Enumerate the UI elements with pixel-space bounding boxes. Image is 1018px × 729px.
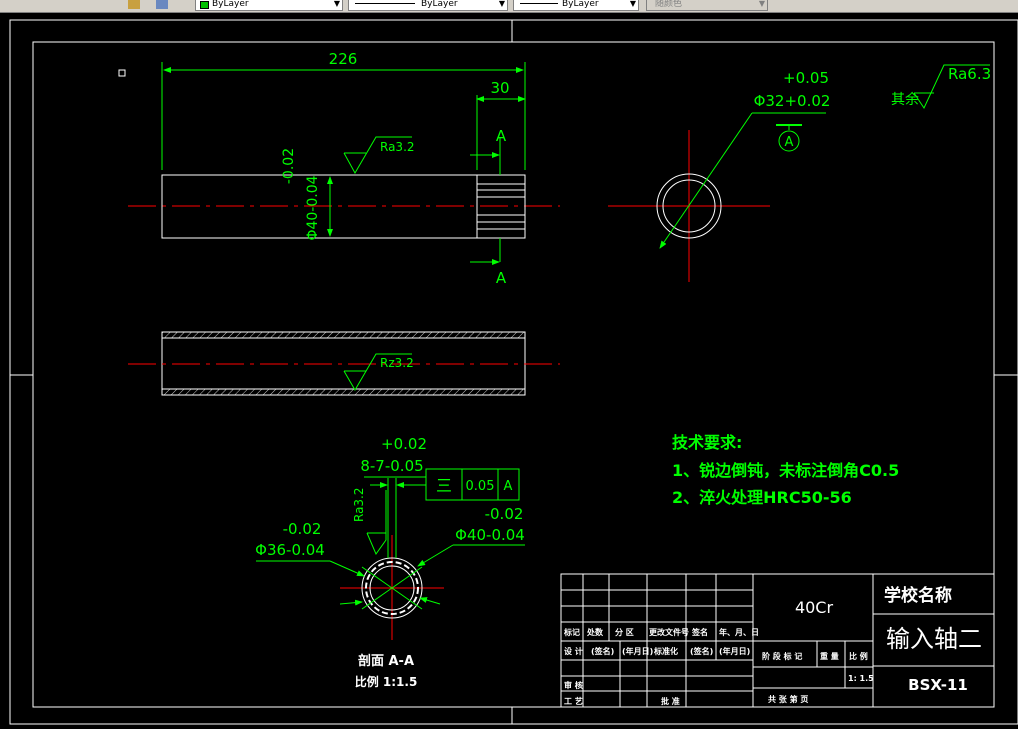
section-mark-bottom: A	[496, 269, 507, 287]
title-block-cell-text: 更改文件号	[649, 627, 689, 637]
title-block-cell-text: 年、月、日	[719, 627, 759, 637]
layer-state-icon[interactable]	[128, 0, 140, 9]
dim-spline-length-text: 30	[490, 79, 509, 97]
tol-symbol: 三	[436, 476, 452, 495]
lineweight-preview-icon	[520, 3, 558, 4]
dim-overall-length	[161, 62, 526, 170]
tech-line-1: 1、锐边倒钝，未标注倒角C0.5	[672, 461, 899, 480]
color-swatch-icon	[200, 1, 209, 9]
chevron-down-icon: ▼	[629, 0, 636, 8]
dim-width-text: 8-7-0.05	[360, 457, 423, 475]
title-block-cell-text: 处数	[586, 627, 604, 637]
roughness-bore-text: Rz3.2	[380, 356, 414, 370]
section-cut-markers	[470, 137, 501, 265]
title-block-cell-text: (年月日)	[719, 646, 750, 656]
tube-section-view: Rz3.2	[128, 331, 560, 396]
tol-value: 0.05	[466, 479, 495, 494]
plot-style-combo[interactable]: 随颜色 ▼	[646, 0, 768, 11]
dim-minor-text: Φ36-0.04	[255, 541, 325, 559]
datum-label: A	[785, 135, 794, 150]
dim-od-text: Φ40-0.04	[305, 175, 321, 240]
tech-line-2: 2、淬火处理HRC50-56	[672, 488, 852, 507]
title-block-cell-text: 分 区	[615, 627, 634, 637]
title-block-cell-text: 比 例	[849, 651, 868, 661]
layer-combo[interactable]: ByLayer ▼	[195, 0, 343, 11]
title-block-cell-text: 工 艺	[564, 696, 583, 706]
dim-width-tol: +0.02	[381, 435, 427, 453]
layer-previous-icon[interactable]	[156, 0, 168, 9]
tech-title: 技术要求:	[672, 433, 742, 452]
main-view: 226 30 Φ40-0.04 -0.02 Ra3.2 A A	[128, 50, 560, 287]
title-block-cell-text: 标准化	[653, 646, 678, 656]
title-block-cell-text: 阶 段 标 记	[762, 651, 802, 661]
dim-bore-tol: +0.05	[783, 69, 829, 87]
title-block-cell-text: (签名)	[591, 646, 614, 656]
title-block-cell-text: 重 量	[820, 651, 839, 661]
drawing-number: BSX-11	[908, 676, 968, 694]
section-scale: 比例 1:1.5	[355, 674, 418, 689]
section-title: 剖面 A-A	[358, 653, 414, 669]
title-block-cell-text: 1: 1.5	[848, 674, 874, 683]
dim-od-tol: -0.02	[281, 148, 297, 184]
title-block-cell-text: 共 张 第 页	[768, 694, 808, 704]
roughness-rest-value: Ra6.3	[948, 65, 991, 83]
roughness-side-text: Ra3.2	[352, 487, 366, 522]
school-name: 学校名称	[884, 585, 952, 606]
linetype-preview-icon	[355, 3, 415, 4]
section-mark-top: A	[496, 127, 507, 145]
hatch-bottom	[161, 388, 526, 396]
title-block-cell-text: 标记	[563, 627, 580, 637]
linetype-combo[interactable]: ByLayer ▼	[348, 0, 508, 11]
title-block-cell-text: 签名	[691, 627, 708, 637]
drawing-canvas[interactable]: 226 30 Φ40-0.04 -0.02 Ra3.2 A A +0.05 Φ3…	[0, 13, 1018, 729]
grip-marker[interactable]	[118, 69, 126, 77]
title-block-cell-text: 设 计	[564, 646, 583, 656]
dim-overall-length-text: 226	[329, 50, 358, 68]
chevron-down-icon: ▼	[758, 0, 765, 8]
tol-datum: A	[504, 479, 513, 494]
title-block-cell-text: 批 准	[661, 696, 680, 706]
dim-major-tol: -0.02	[485, 505, 524, 523]
dim-bore-leader	[659, 112, 753, 249]
part-name: 输入轴二	[886, 625, 982, 653]
dim-minor-tol: -0.02	[283, 520, 322, 538]
chevron-down-icon: ▼	[498, 0, 505, 8]
dim-major-text: Φ40-0.04	[455, 526, 525, 544]
title-block-cell-text: (年月日)	[622, 646, 653, 656]
sheet-frame	[9, 19, 1018, 725]
roughness-outer-text: Ra3.2	[380, 140, 415, 154]
lineweight-combo[interactable]: ByLayer ▼	[513, 0, 639, 11]
chevron-down-icon: ▼	[333, 0, 340, 8]
hatch-top	[161, 331, 526, 339]
properties-toolbar: ByLayer ▼ ByLayer ▼ ByLayer ▼ 随颜色 ▼	[0, 0, 1018, 13]
dim-bore-text: Φ32+0.02	[754, 92, 831, 110]
end-view: +0.05 Φ32+0.02 A	[608, 69, 830, 282]
material-text: 40Cr	[795, 598, 834, 617]
title-block-cell-text: 审 核	[564, 680, 583, 690]
title-block-cell-text: (签名)	[690, 646, 713, 656]
section-aa-view: +0.02 8-7-0.05 三 0.05 A Ra3.2 -0.02 Φ36-…	[255, 435, 525, 689]
roughness-rest-label: 其余	[891, 91, 919, 108]
